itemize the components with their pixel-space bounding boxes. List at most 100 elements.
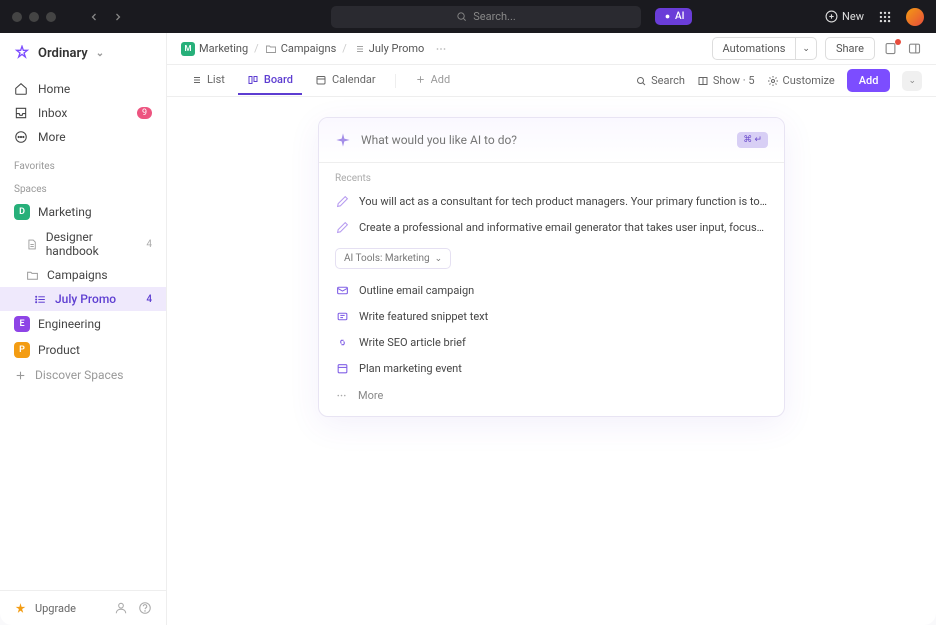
ai-tool-item[interactable]: Write featured snippet text <box>319 303 784 329</box>
view-bar: List Board Calendar Add Search <box>167 65 936 97</box>
search-icon <box>456 11 467 22</box>
nav-inbox[interactable]: Inbox 9 <box>0 101 166 125</box>
ai-tool-item[interactable]: Write SEO article brief <box>319 329 784 355</box>
user-icon[interactable] <box>114 601 128 615</box>
breadcrumb-campaigns[interactable]: Campaigns <box>265 42 337 55</box>
inbox-badge: 9 <box>137 107 152 119</box>
show-columns-button[interactable]: Show · 5 <box>697 74 755 87</box>
space-engineering-icon: E <box>14 316 30 332</box>
ai-sparkle-icon <box>663 12 672 21</box>
maximize-window[interactable] <box>46 12 56 22</box>
ai-tool-item[interactable]: Plan marketing event <box>319 355 784 381</box>
share-button[interactable]: Share <box>825 37 875 60</box>
pencil-icon <box>335 220 349 234</box>
titlebar-right: New <box>825 8 924 26</box>
minimize-window[interactable] <box>29 12 39 22</box>
view-tab-list[interactable]: List <box>181 66 234 95</box>
view-tab-calendar[interactable]: Calendar <box>306 66 385 95</box>
search-placeholder: Search... <box>473 10 516 23</box>
list-icon <box>34 293 47 306</box>
workspace-name: Ordinary <box>38 46 88 61</box>
more-icon <box>14 130 28 144</box>
dots-icon <box>335 389 348 402</box>
titlebar: Search... AI New <box>0 0 936 33</box>
global-search[interactable]: Search... <box>331 6 641 28</box>
new-button[interactable]: New <box>825 10 864 23</box>
notification-dot <box>895 39 901 45</box>
columns-icon <box>697 75 709 87</box>
space-product[interactable]: P Product <box>0 337 166 363</box>
space-product-icon: P <box>14 342 30 358</box>
plus-icon <box>415 74 426 85</box>
chevron-down-icon: ⌄ <box>435 254 443 264</box>
notifications-icon[interactable] <box>883 41 899 57</box>
sidebar: Ordinary ⌄ Home Inbox 9 More Favorites S… <box>0 33 167 625</box>
nav-home[interactable]: Home <box>0 77 166 101</box>
calendar-icon <box>315 74 327 86</box>
ai-tools-filter[interactable]: AI Tools: Marketing ⌄ <box>335 248 451 269</box>
recent-item[interactable]: You will act as a consultant for tech pr… <box>319 188 784 214</box>
ai-prompt-input[interactable] <box>361 133 727 147</box>
back-button[interactable] <box>84 7 104 27</box>
search-icon <box>635 75 647 87</box>
pencil-icon <box>335 194 349 208</box>
ai-more-button[interactable]: More <box>319 381 784 416</box>
discover-spaces[interactable]: Discover Spaces <box>0 363 166 387</box>
main: M Marketing / Campaigns / July Promo Aut… <box>167 33 936 625</box>
panel-icon[interactable] <box>907 41 922 56</box>
add-view-button[interactable]: Add <box>406 66 460 95</box>
folder-icon <box>265 43 277 55</box>
plus-icon <box>14 369 27 382</box>
favorites-label: Favorites <box>0 153 166 176</box>
gear-icon <box>767 75 779 87</box>
nav-arrows <box>84 7 128 27</box>
breadcrumb-marketing[interactable]: M Marketing <box>181 42 248 56</box>
marketing-badge-icon: M <box>181 42 195 56</box>
calendar-icon <box>335 361 349 375</box>
space-marketing-icon: D <box>14 204 30 220</box>
forward-button[interactable] <box>108 7 128 27</box>
upgrade-icon <box>14 602 27 615</box>
apps-grid-icon[interactable] <box>878 10 892 24</box>
workspace-switcher[interactable]: Ordinary ⌄ <box>0 33 166 73</box>
email-icon <box>335 283 349 297</box>
add-task-button[interactable]: Add <box>847 69 891 92</box>
list-icon <box>190 74 202 86</box>
user-avatar[interactable] <box>906 8 924 26</box>
add-task-dropdown[interactable]: ⌄ <box>902 71 922 91</box>
space-marketing[interactable]: D Marketing <box>0 199 166 225</box>
close-window[interactable] <box>12 12 22 22</box>
plus-circle-icon <box>825 10 838 23</box>
workspace-logo-icon <box>14 45 30 61</box>
doc-icon <box>26 238 38 251</box>
ai-sparkle-icon <box>335 132 351 148</box>
content-area: ⌘ ↵ Recents You will act as a consultant… <box>167 97 936 625</box>
ai-panel: ⌘ ↵ Recents You will act as a consultant… <box>318 117 785 417</box>
customize-button[interactable]: Customize <box>767 74 835 87</box>
upgrade-link[interactable]: Upgrade <box>35 602 76 615</box>
breadcrumb-bar: M Marketing / Campaigns / July Promo Aut… <box>167 33 936 65</box>
ai-header: ⌘ ↵ <box>319 118 784 162</box>
nav-more[interactable]: More <box>0 125 166 149</box>
breadcrumb-july-promo[interactable]: July Promo <box>353 42 425 55</box>
inbox-icon <box>14 106 28 120</box>
list-icon <box>353 43 365 55</box>
automations-button[interactable]: Automations <box>712 37 796 60</box>
help-icon[interactable] <box>138 601 152 615</box>
space-designer-handbook[interactable]: Designer handbook 4 <box>0 225 166 263</box>
ai-tool-item[interactable]: Outline email campaign <box>319 277 784 303</box>
folder-icon <box>26 269 39 282</box>
recent-item[interactable]: Create a professional and informative em… <box>319 214 784 240</box>
search-view-button[interactable]: Search <box>635 74 685 87</box>
automations-dropdown[interactable]: ⌄ <box>795 37 817 60</box>
more-dots-icon[interactable] <box>434 42 448 56</box>
space-engineering[interactable]: E Engineering <box>0 311 166 337</box>
ai-shortcut-badge: ⌘ ↵ <box>737 132 768 148</box>
ai-button[interactable]: AI <box>655 8 692 25</box>
space-july-promo[interactable]: July Promo 4 <box>0 287 166 311</box>
window-controls <box>12 12 56 22</box>
recents-label: Recents <box>319 163 784 188</box>
chevron-down-icon: ⌄ <box>802 44 810 54</box>
space-campaigns[interactable]: Campaigns <box>0 263 166 287</box>
view-tab-board[interactable]: Board <box>238 66 302 95</box>
